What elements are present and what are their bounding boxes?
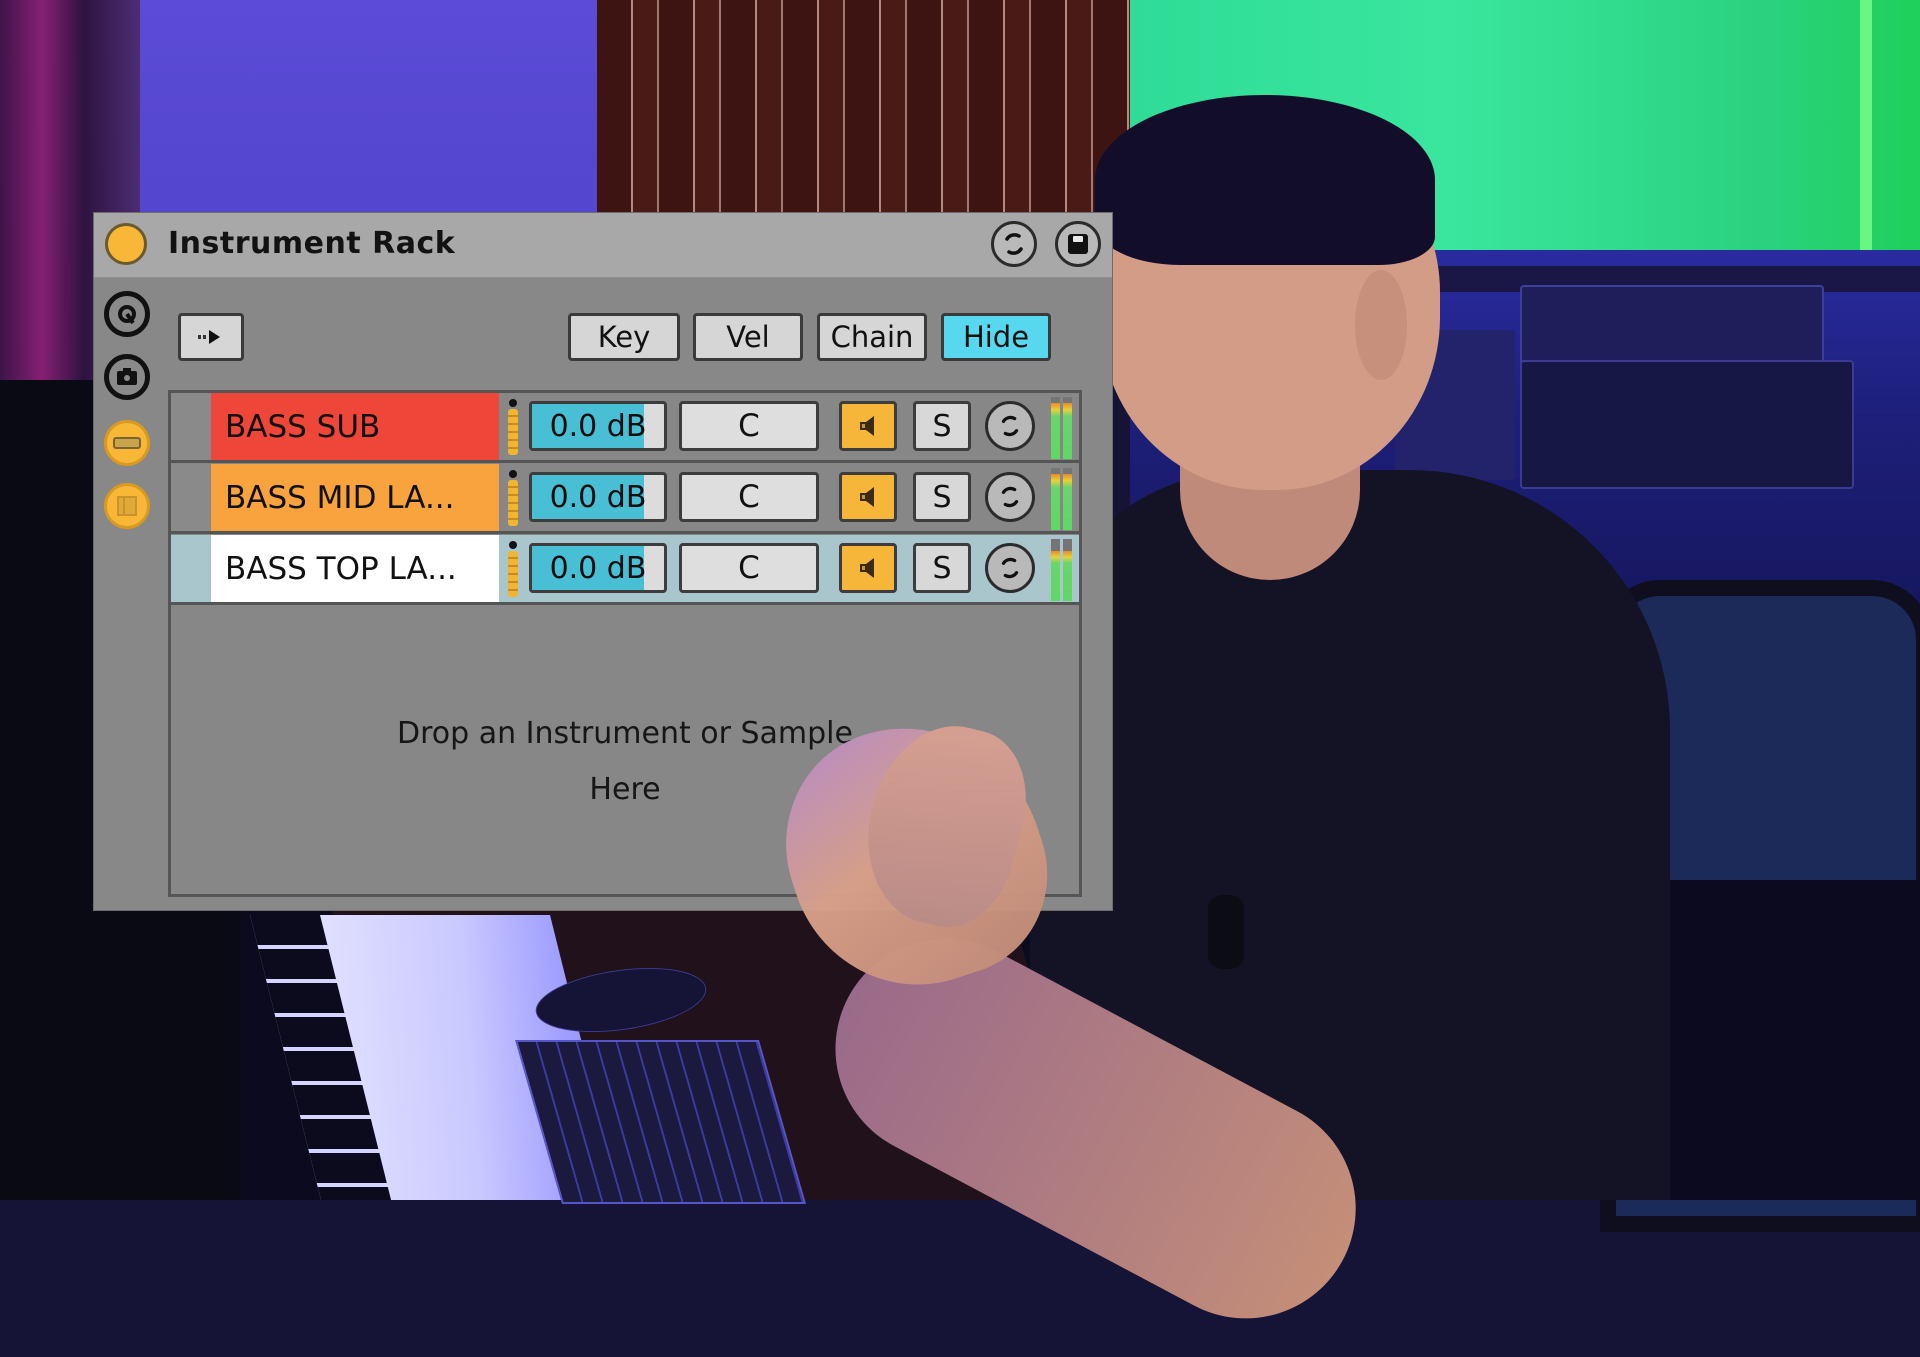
chain-solo-button[interactable]: S <box>913 472 971 522</box>
chain-solo-button[interactable]: S <box>913 543 971 593</box>
save-preset-button[interactable] <box>1055 221 1101 267</box>
chain-level-meter <box>1051 397 1073 459</box>
chain-level-meter <box>1051 539 1073 601</box>
zone-dot <box>509 541 517 549</box>
key-zone-button[interactable]: Key <box>568 313 680 361</box>
device-title-bar[interactable]: Instrument Rack <box>94 213 1112 278</box>
zone-bar <box>508 409 518 455</box>
show-devices-button[interactable] <box>104 483 150 529</box>
auto-select-button[interactable] <box>178 313 244 361</box>
show-chain-list-button[interactable] <box>104 420 150 466</box>
randomize-snapshot-button[interactable] <box>104 354 150 400</box>
macro-knob-icon <box>118 305 136 325</box>
hot-swap-button[interactable] <box>991 221 1037 267</box>
chain-list-icon <box>113 437 141 449</box>
meter-left-level <box>1051 551 1060 601</box>
zone-bar <box>508 551 518 597</box>
meter-left-level <box>1051 474 1060 530</box>
zone-dot <box>509 470 517 478</box>
save-icon <box>1068 234 1088 254</box>
meter-left <box>1051 397 1060 459</box>
velocity-zone-button[interactable]: Vel <box>693 313 803 361</box>
lavalier-mic <box>1208 895 1244 969</box>
meter-right <box>1063 539 1072 601</box>
chain-activator-button[interactable] <box>839 401 897 451</box>
chain-volume-slider[interactable]: 0.0 dB <box>529 543 667 593</box>
chain-zone-indicator <box>507 399 519 455</box>
hot-swap-icon <box>1001 415 1019 437</box>
hot-swap-icon <box>1001 486 1019 508</box>
speaker-icon <box>860 487 874 507</box>
meter-right-level <box>1063 403 1072 459</box>
chain-level-meter <box>1051 468 1073 530</box>
chain-solo-button[interactable]: S <box>913 401 971 451</box>
chain-pan-slider[interactable]: C <box>679 543 819 593</box>
chain-volume-slider[interactable]: 0.0 dB <box>529 472 667 522</box>
person-ear <box>1355 270 1407 380</box>
chain-zone-indicator <box>507 541 519 597</box>
meter-left <box>1051 468 1060 530</box>
chain-activator-button[interactable] <box>839 543 897 593</box>
meter-left <box>1051 539 1060 601</box>
hot-swap-icon <box>1005 233 1023 255</box>
chain-name[interactable]: BASS SUB <box>211 393 499 460</box>
speaker-icon <box>860 558 874 578</box>
chain-pan-slider[interactable]: C <box>679 401 819 451</box>
chain-pan-slider[interactable]: C <box>679 472 819 522</box>
chain-volume-slider[interactable]: 0.0 dB <box>529 401 667 451</box>
chain-selector[interactable] <box>171 535 211 602</box>
chain-zone-indicator <box>507 470 519 526</box>
meter-right <box>1063 397 1072 459</box>
device-title: Instrument Rack <box>168 226 456 261</box>
background-wood-panel <box>597 0 1130 240</box>
meter-right-level <box>1063 551 1072 601</box>
chain-row[interactable]: BASS SUB 0.0 dB C S <box>171 393 1079 463</box>
hot-swap-icon <box>1001 557 1019 579</box>
zone-bar <box>508 480 518 526</box>
chain-name[interactable]: BASS MID LA... <box>211 464 499 531</box>
volume-value: 0.0 dB <box>549 408 647 444</box>
zone-dot <box>509 399 517 407</box>
hide-zones-button[interactable]: Hide <box>941 313 1051 361</box>
auto-select-arrow-icon <box>198 330 220 344</box>
background-synth-module <box>1520 360 1854 489</box>
device-on-toggle[interactable] <box>105 223 147 265</box>
chain-hot-swap-button[interactable] <box>985 472 1035 522</box>
meter-right <box>1063 468 1072 530</box>
camera-icon <box>117 368 137 385</box>
speaker-icon <box>860 416 874 436</box>
chain-hot-swap-button[interactable] <box>985 543 1035 593</box>
volume-value: 0.0 dB <box>549 550 647 586</box>
meter-left-level <box>1051 403 1060 459</box>
show-macros-button[interactable] <box>104 291 150 337</box>
chain-hot-swap-button[interactable] <box>985 401 1035 451</box>
chain-name[interactable]: BASS TOP LA... <box>211 535 499 602</box>
volume-value: 0.0 dB <box>549 479 647 515</box>
background-light-strip <box>1860 0 1872 260</box>
person-hair <box>1095 95 1435 265</box>
meter-right-level <box>1063 474 1072 530</box>
devices-icon <box>117 496 137 516</box>
chain-activator-button[interactable] <box>839 472 897 522</box>
background-computer-keyboard <box>515 1040 807 1204</box>
chain-selector[interactable] <box>171 393 211 460</box>
chain-selector[interactable] <box>171 464 211 531</box>
chain-row[interactable]: BASS MID LA... 0.0 dB C S <box>171 464 1079 534</box>
chain-row[interactable]: BASS TOP LA... 0.0 dB C S <box>171 535 1079 605</box>
chain-select-button[interactable]: Chain <box>817 313 927 361</box>
